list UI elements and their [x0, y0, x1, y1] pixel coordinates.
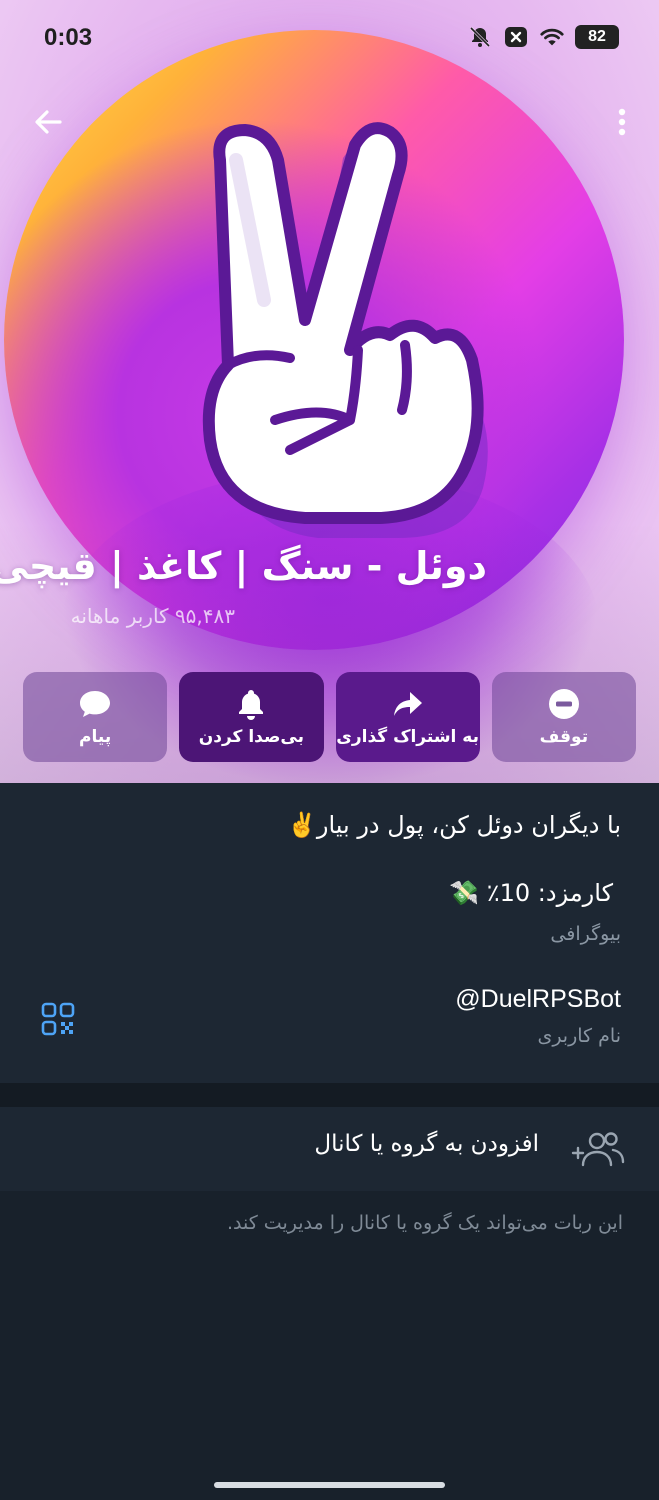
message-button[interactable]: پیام — [23, 672, 168, 762]
profile-title: دوئل - سنگ | کاغذ | قیچی — [0, 544, 487, 588]
bot-info-section: با دیگران دوئل کن، پول در بیار✌️ کارمزد:… — [0, 783, 659, 1083]
message-label: پیام — [79, 727, 112, 747]
action-buttons: پیام بی‌صدا کردن به اشتراک گذاری توقف — [23, 672, 636, 762]
wifi-icon — [539, 24, 565, 50]
admin-note: این ربات می‌تواند یک گروه یا کانال را مد… — [226, 1212, 623, 1234]
bell-off-icon — [467, 24, 493, 50]
bio-caption: بیوگرافی — [550, 923, 621, 945]
home-indicator[interactable] — [214, 1482, 445, 1488]
stop-label: توقف — [539, 727, 589, 747]
username-link[interactable]: @DuelRPSBot — [455, 985, 621, 1014]
username-caption: نام کاربری — [537, 1025, 621, 1047]
back-button[interactable] — [26, 100, 70, 144]
share-button[interactable]: به اشتراک گذاری — [335, 672, 480, 762]
mute-label: بی‌صدا کردن — [198, 727, 305, 747]
add-to-group-label: افزودن به گروه یا کانال — [314, 1131, 539, 1157]
more-vertical-icon — [618, 108, 626, 136]
add-to-group-button[interactable]: افزودن به گروه یا کانال — [0, 1107, 659, 1191]
share-arrow-icon — [391, 687, 425, 721]
stop-button[interactable]: توقف — [491, 672, 636, 762]
bio-text: کارمزد: 10٪ 💸 — [449, 879, 613, 907]
battery-icon: 82 — [575, 25, 619, 49]
more-menu-button[interactable] — [607, 100, 637, 144]
stop-circle-icon — [547, 687, 581, 721]
bot-description: با دیگران دوئل کن، پول در بیار✌️ — [287, 811, 621, 839]
qr-code-button[interactable] — [40, 1001, 80, 1041]
mute-button[interactable]: بی‌صدا کردن — [179, 672, 324, 762]
share-label: به اشتراک گذاری — [336, 727, 479, 747]
close-box-icon — [503, 24, 529, 50]
chat-bubble-icon — [78, 687, 112, 721]
section-divider — [0, 1083, 659, 1107]
bell-icon — [234, 687, 268, 721]
add-users-icon — [571, 1129, 625, 1169]
monthly-users: ۹۵,۴۸۳ کاربر ماهانه — [70, 604, 235, 628]
qr-code-icon — [41, 1002, 75, 1036]
status-time: 0:03 — [44, 24, 93, 51]
status-icons: 82 — [467, 24, 619, 50]
profile-hero — [0, 0, 659, 783]
victory-hand-avatar — [202, 122, 488, 538]
status-bar: 0:03 82 — [0, 0, 659, 80]
arrow-left-icon — [35, 110, 62, 134]
